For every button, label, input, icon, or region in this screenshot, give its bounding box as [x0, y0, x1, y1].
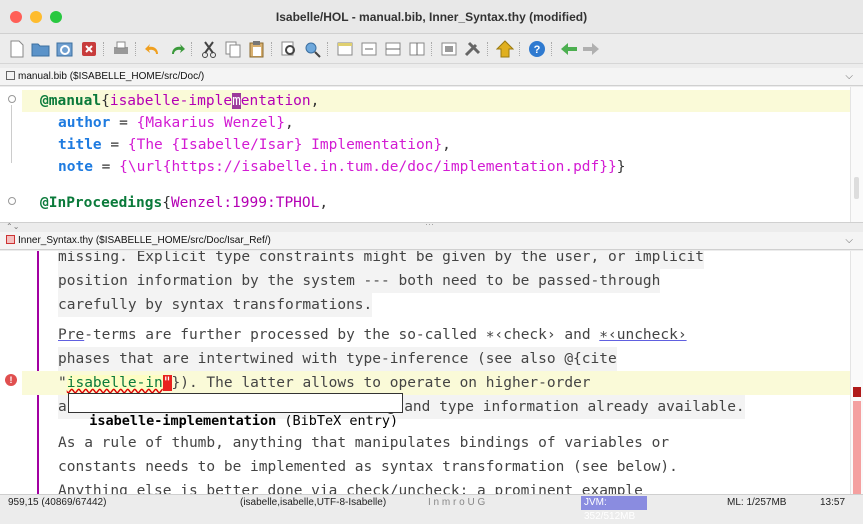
plugin-icon[interactable]: [494, 38, 516, 60]
cut-icon[interactable]: [198, 38, 220, 60]
text-line: position information by the system --- b…: [58, 269, 661, 293]
clock: 13:57: [820, 497, 846, 508]
code-line: title = {The {Isabelle/Isar} Implementat…: [58, 137, 451, 153]
text-line: Anything else is better done via check/u…: [58, 483, 643, 494]
status-bar: 959,15 (40869/67442) (isabelle,isabelle,…: [0, 494, 863, 522]
open-folder-icon[interactable]: [30, 38, 52, 60]
find-replace-icon[interactable]: [302, 38, 324, 60]
title-bar: Isabelle/HOL - manual.bib, Inner_Syntax.…: [0, 0, 863, 34]
error-icon[interactable]: !: [5, 374, 17, 386]
jvm-memory[interactable]: JVM: 352/512MB: [581, 496, 647, 522]
text-cursor: ": [162, 375, 172, 391]
unsplit-icon[interactable]: [358, 38, 380, 60]
completion-target: isabelle-in: [66, 375, 163, 391]
chevron-down-icon[interactable]: ⌵: [845, 68, 853, 86]
code-line: @manual{isabelle-implementation,: [22, 90, 850, 112]
text-line: constants needs to be implemented as syn…: [58, 459, 678, 475]
caret-position[interactable]: 959,15 (40869/67442): [8, 497, 106, 508]
buffer-title-inner-syntax[interactable]: Inner_Syntax.thy ($ISABELLE_HOME/src/Doc…: [0, 232, 863, 250]
find-icon[interactable]: [278, 38, 300, 60]
text-line: carefully by syntax transformations.: [58, 293, 373, 317]
completion-item-kind: (BibTeX entry): [284, 413, 399, 429]
print-icon[interactable]: [110, 38, 132, 60]
error-marker[interactable]: [853, 387, 861, 397]
forward-icon[interactable]: [580, 38, 602, 60]
code-line: @InProceedings{Wenzel:1999:TPHOL,: [40, 195, 329, 211]
fold-marker-icon[interactable]: [8, 197, 16, 205]
text-line: missing. Explicit type constraints might…: [58, 251, 705, 269]
split-divider[interactable]: ⌃⌄ ···: [0, 219, 863, 232]
gutter: [0, 251, 22, 494]
completion-item-name[interactable]: isabelle-implementation: [89, 413, 276, 429]
redo-icon[interactable]: [166, 38, 188, 60]
scrollbar[interactable]: [850, 251, 863, 494]
toolbar: ?: [0, 34, 863, 64]
editor-manual-bib[interactable]: @manual{isabelle-implementation, author …: [0, 87, 863, 222]
buffer-options-icon[interactable]: [438, 38, 460, 60]
buffer-path: Inner_Syntax.thy ($ISABELLE_HOME/src/Doc…: [18, 235, 271, 246]
split-horizontal-icon[interactable]: [382, 38, 404, 60]
ml-memory[interactable]: ML: 1/257MB: [727, 497, 786, 508]
svg-text:?: ?: [534, 44, 541, 56]
paste-icon[interactable]: [246, 38, 268, 60]
chevron-up-down-icon[interactable]: ⌃⌄: [6, 222, 19, 231]
new-file-icon[interactable]: [6, 38, 28, 60]
buffer-flags[interactable]: I n m r o U G: [428, 497, 485, 508]
close-buffer-icon[interactable]: [78, 38, 100, 60]
text-line-current: "isabelle-in"}). The latter allows to op…: [22, 371, 850, 395]
unprocessed-marker: [853, 401, 861, 494]
new-view-icon[interactable]: [334, 38, 356, 60]
text-line: Pre-terms are further processed by the s…: [58, 327, 687, 343]
modified-buffer-icon: [6, 235, 15, 244]
settings-icon[interactable]: [462, 38, 484, 60]
text-line: phases that are intertwined with type-in…: [58, 347, 617, 371]
help-icon[interactable]: ?: [526, 38, 548, 60]
scrollbar[interactable]: [850, 87, 863, 222]
fold-marker-icon[interactable]: [8, 95, 16, 103]
split-vertical-icon[interactable]: [406, 38, 428, 60]
buffer-path: manual.bib ($ISABELLE_HOME/src/Doc/): [18, 71, 205, 82]
undo-icon[interactable]: [142, 38, 164, 60]
text-line: As a rule of thumb, anything that manipu…: [58, 435, 670, 451]
completion-popup[interactable]: isabelle-implementation (BibTeX entry): [68, 393, 404, 429]
buffer-mode[interactable]: (isabelle,isabelle,UTF-8-Isabelle): [240, 497, 386, 508]
code-line: note = {\url{https://isabelle.in.tum.de/…: [58, 159, 626, 175]
copy-icon[interactable]: [222, 38, 244, 60]
reload-icon[interactable]: [54, 38, 76, 60]
buffer-title-manual-bib[interactable]: manual.bib ($ISABELLE_HOME/src/Doc/) ⌵: [0, 68, 863, 86]
drag-handle-icon[interactable]: ···: [425, 219, 434, 229]
text-cursor: m: [232, 93, 241, 109]
chevron-down-icon[interactable]: ⌵: [845, 232, 853, 250]
checkbox-icon: [6, 71, 15, 80]
editor-inner-syntax[interactable]: missing. Explicit type constraints might…: [0, 251, 863, 494]
back-icon[interactable]: [558, 38, 580, 60]
window-title: Isabelle/HOL - manual.bib, Inner_Syntax.…: [275, 10, 588, 24]
code-line: author = {Makarius Wenzel},: [58, 115, 294, 131]
